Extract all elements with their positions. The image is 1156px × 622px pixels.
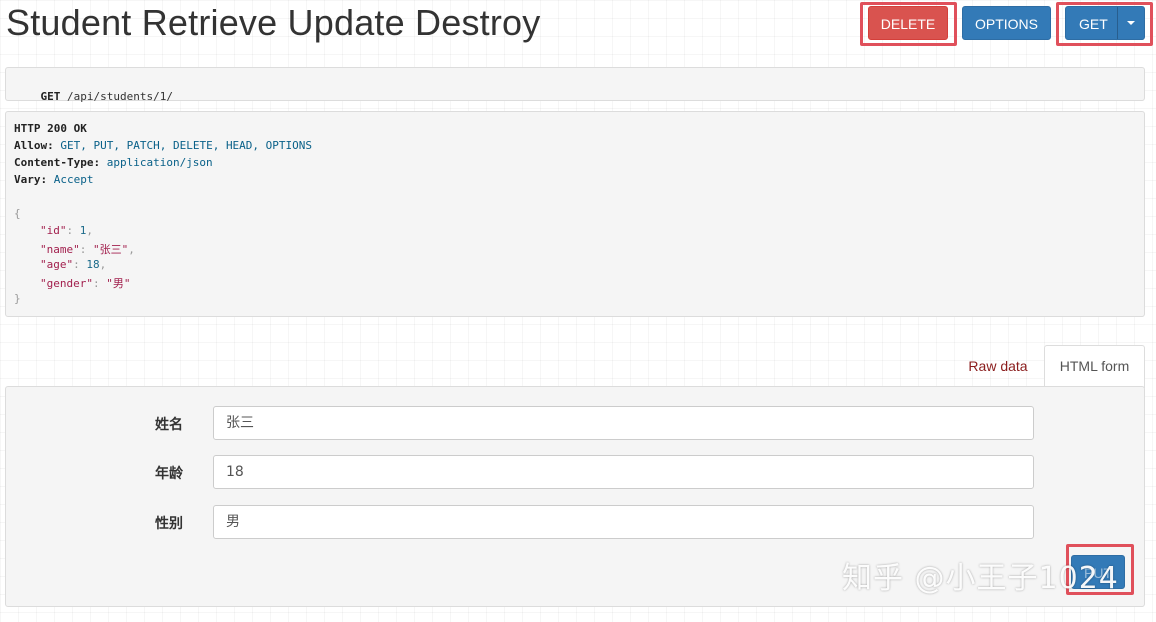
json-open-brace: {: [14, 207, 21, 220]
options-button[interactable]: OPTIONS: [962, 6, 1051, 40]
get-dropdown-toggle[interactable]: [1117, 7, 1144, 39]
field-label-gender: 性别: [155, 516, 183, 532]
json-field-id: "id": 1,: [40, 224, 93, 237]
json-field-age: "age": 18,: [40, 258, 107, 271]
caret-down-icon: [1127, 21, 1135, 25]
age-input[interactable]: 18: [213, 455, 1034, 489]
response-info: HTTP 200 OK Allow: GET, PUT, PATCH, DELE…: [5, 111, 1145, 317]
json-close-brace: }: [14, 292, 21, 305]
response-header-content-type: Content-Type: application/json: [14, 156, 213, 169]
request-path: /api/students/1/: [67, 90, 173, 103]
field-label-name: 姓名: [155, 417, 183, 433]
gender-input[interactable]: 男: [213, 505, 1034, 539]
page-title: Student Retrieve Update Destroy: [6, 2, 541, 43]
field-label-age: 年龄: [155, 466, 183, 482]
delete-button[interactable]: DELETE: [868, 6, 948, 40]
watermark-text: 知乎 @小王子1024: [842, 561, 1119, 596]
response-status: HTTP 200 OK: [14, 122, 87, 135]
tab-raw-data[interactable]: Raw data: [958, 346, 1038, 386]
get-button-label: GET: [1079, 16, 1108, 32]
name-input[interactable]: 张三: [213, 406, 1034, 440]
request-info: GET /api/students/1/: [5, 67, 1145, 103]
get-button[interactable]: GET: [1065, 6, 1145, 40]
json-field-name: "name": "张三",: [40, 243, 135, 256]
request-method: GET: [40, 90, 61, 103]
tab-html-form[interactable]: HTML form: [1044, 345, 1145, 388]
response-header-allow: Allow: GET, PUT, PATCH, DELETE, HEAD, OP…: [14, 139, 313, 152]
response-header-vary: Vary: Accept: [14, 173, 94, 186]
json-field-gender: "gender": "男": [40, 277, 131, 290]
